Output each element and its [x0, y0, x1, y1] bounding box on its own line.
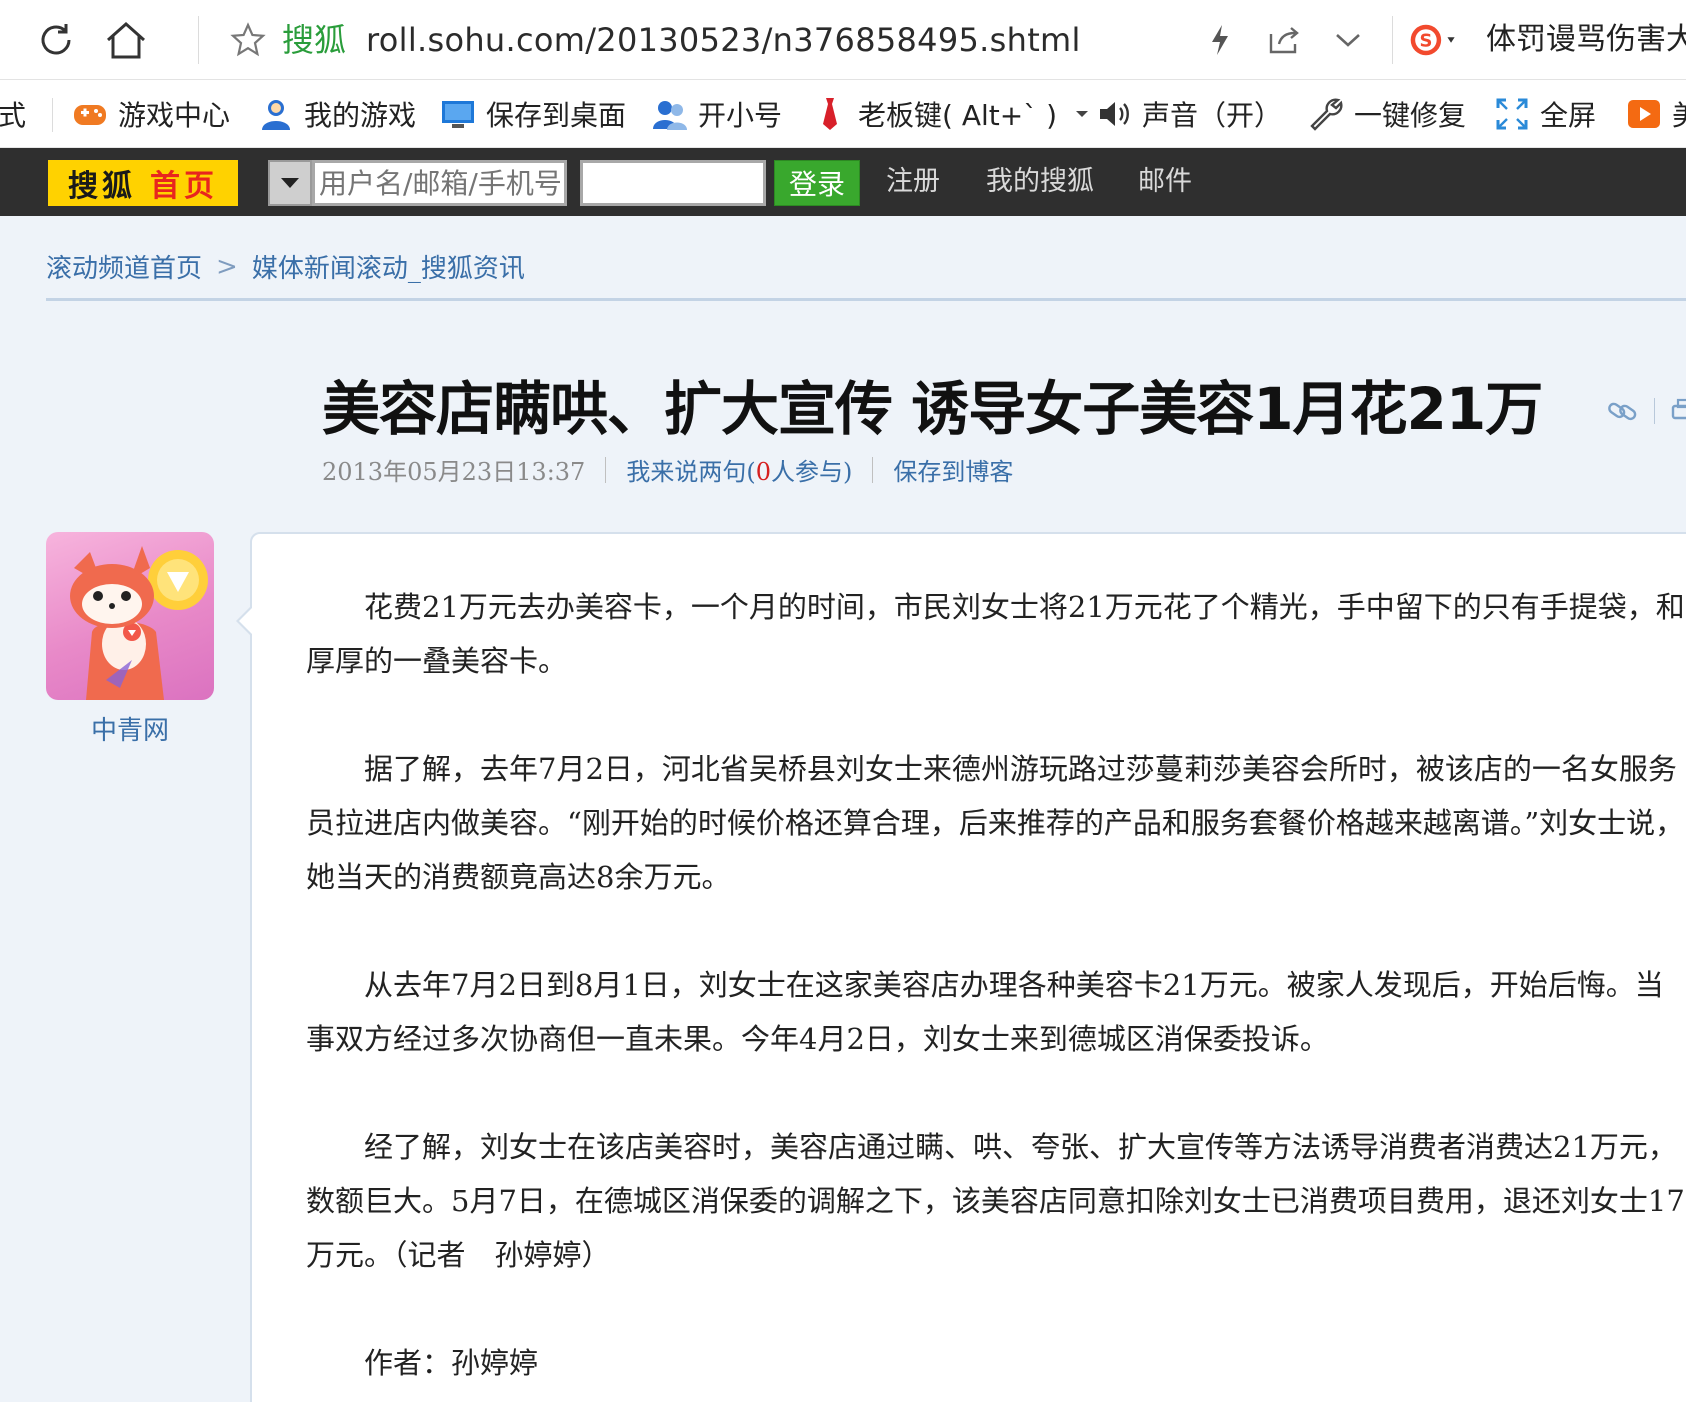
- toolbar-item-label: 式: [0, 99, 27, 132]
- lightning-icon[interactable]: [1194, 14, 1246, 66]
- toolbar-item-label: 开小号: [698, 99, 783, 132]
- sohu-home-logo[interactable]: 搜狐 首页: [48, 160, 238, 206]
- svg-text:S: S: [1419, 30, 1432, 51]
- wrench-icon: [1310, 98, 1343, 131]
- card-pointer-fill: [239, 607, 253, 635]
- password-input[interactable]: [580, 160, 766, 206]
- share-icon[interactable]: [1258, 14, 1310, 66]
- username-input[interactable]: [312, 160, 567, 206]
- link-icon[interactable]: [1606, 396, 1640, 426]
- publish-date: 2013年05月23日13:37: [322, 458, 586, 486]
- toolbar-item-label: 保存到桌面: [486, 99, 627, 132]
- speaker-icon: [1100, 102, 1129, 126]
- divider: [605, 456, 607, 483]
- register-link[interactable]: 注册: [886, 162, 940, 202]
- toolbar-item-label: 声音（开）: [1142, 99, 1283, 132]
- my-sohu-link[interactable]: 我的搜狐: [986, 162, 1094, 202]
- users-icon: [653, 101, 687, 130]
- divider: [198, 16, 199, 64]
- logo-home-text: 首页: [150, 169, 218, 204]
- caret-down-icon[interactable]: [1073, 108, 1091, 120]
- account-type-dropdown[interactable]: [268, 160, 312, 206]
- breadcrumb-divider: [46, 298, 1686, 301]
- toolbar-item-video[interactable]: 美: [1626, 94, 1686, 134]
- article-body: 花费21万元去办美容卡，一个月的时间，市民刘女士将21万元花了个精光，手中留下的…: [306, 580, 1686, 1390]
- divider: [1392, 16, 1393, 64]
- divider: [1654, 398, 1655, 424]
- bookmarks-toolbar: 式 游戏中心 我的游戏 保存到桌面 开小号 老板键( Alt+` ) 声音（开）…: [0, 80, 1686, 148]
- fullscreen-icon: [1496, 98, 1528, 130]
- home-icon[interactable]: [100, 14, 152, 66]
- toolbar-item-repair[interactable]: 一键修复: [1308, 94, 1466, 134]
- article-paragraph: 从去年7月2日到8月1日，刘女士在这家美容店办理各种美容卡21万元。被家人发现后…: [306, 968, 1664, 1056]
- toolbar-item-label: 全屏: [1540, 99, 1597, 132]
- article-paragraph: 经了解，刘女士在该店美容时，美容店通过瞒、哄、夸张、扩大宣传等方法诱导消费者消费…: [306, 1130, 1685, 1272]
- fox-mascot-icon: [70, 546, 208, 700]
- toolbar-item-label: 老板键( Alt+` ): [858, 99, 1058, 132]
- toolbar-item-boss-key[interactable]: 老板键( Alt+` ): [812, 94, 1091, 134]
- divider: [872, 456, 874, 483]
- tie-icon: [823, 98, 837, 130]
- logo-brand-text: 搜狐: [68, 169, 136, 204]
- article-meta: 2013年05月23日13:37 我来说两句(0人参与) 保存到博客: [322, 452, 1013, 487]
- article-title: 美容店瞒哄、扩大宣传 诱导女子美容1月花21万: [322, 375, 1543, 443]
- login-button[interactable]: 登录: [774, 160, 860, 206]
- comment-prefix: 我来说两句(: [626, 458, 756, 486]
- chevron-down-icon[interactable]: [1322, 14, 1374, 66]
- article-paragraph: 花费21万元去办美容卡，一个月的时间，市民刘女士将21万元花了个精光，手中留下的…: [306, 590, 1685, 678]
- toolbar-item-game-center[interactable]: 游戏中心: [72, 94, 230, 134]
- toolbar-item-open-account[interactable]: 开小号: [652, 94, 782, 134]
- star-icon[interactable]: [222, 14, 274, 66]
- url-field[interactable]: roll.sohu.com/20130523/n376858495.shtml: [366, 20, 1081, 60]
- toolbar-item-my-games[interactable]: 我的游戏: [258, 94, 416, 134]
- print-icon[interactable]: [1669, 396, 1686, 426]
- refresh-icon[interactable]: [30, 14, 82, 66]
- article-author: 作者：孙婷婷: [364, 1346, 539, 1380]
- comment-suffix: 人参与): [770, 458, 853, 486]
- toolbar-item-cut-off[interactable]: 式: [0, 94, 26, 134]
- breadcrumb-home-link[interactable]: 滚动频道首页: [46, 248, 202, 285]
- user-icon: [262, 100, 290, 130]
- toolbar-item-label: 美: [1672, 94, 1686, 134]
- sogou-search-icon[interactable]: S: [1408, 14, 1460, 66]
- article-paragraph: 据了解，去年7月2日，河北省吴桥县刘女士来德州游玩路过莎蔓莉莎美容会所时，被该店…: [306, 752, 1685, 894]
- caret-down-icon: [281, 178, 299, 188]
- source-avatar[interactable]: [46, 532, 214, 700]
- toolbar-item-fullscreen[interactable]: 全屏: [1494, 94, 1596, 134]
- mail-link[interactable]: 邮件: [1138, 162, 1192, 202]
- breadcrumb: 滚动频道首页 > 媒体新闻滚动_搜狐资讯: [46, 248, 525, 285]
- comment-link[interactable]: 我来说两句(0人参与): [626, 452, 852, 487]
- save-to-blog-link[interactable]: 保存到博客: [893, 452, 1013, 487]
- browser-address-bar: 搜狐 roll.sohu.com/20130523/n376858495.sht…: [0, 0, 1686, 80]
- breadcrumb-current-link[interactable]: 媒体新闻滚动_搜狐资讯: [252, 248, 525, 285]
- share-tools: [1606, 396, 1686, 426]
- gamepad-icon: [74, 105, 106, 125]
- search-box-text[interactable]: 体罚谩骂伤害大: [1486, 20, 1686, 60]
- source-name[interactable]: 中青网: [46, 710, 214, 747]
- toolbar-item-label: 游戏中心: [118, 99, 231, 132]
- breadcrumb-separator: >: [216, 251, 238, 282]
- sohu-top-nav: 搜狐 首页 登录 注册 我的搜狐 邮件: [0, 148, 1686, 216]
- toolbar-item-label: 我的游戏: [304, 99, 417, 132]
- toolbar-item-label: 一键修复: [1354, 99, 1467, 132]
- video-icon: [1628, 100, 1660, 128]
- comment-count: 0: [755, 458, 771, 486]
- divider: [52, 98, 53, 132]
- toolbar-item-sound[interactable]: 声音（开）: [1096, 94, 1282, 134]
- site-label: 搜狐: [282, 21, 347, 59]
- monitor-icon: [442, 101, 474, 128]
- toolbar-item-save-desktop[interactable]: 保存到桌面: [440, 94, 626, 134]
